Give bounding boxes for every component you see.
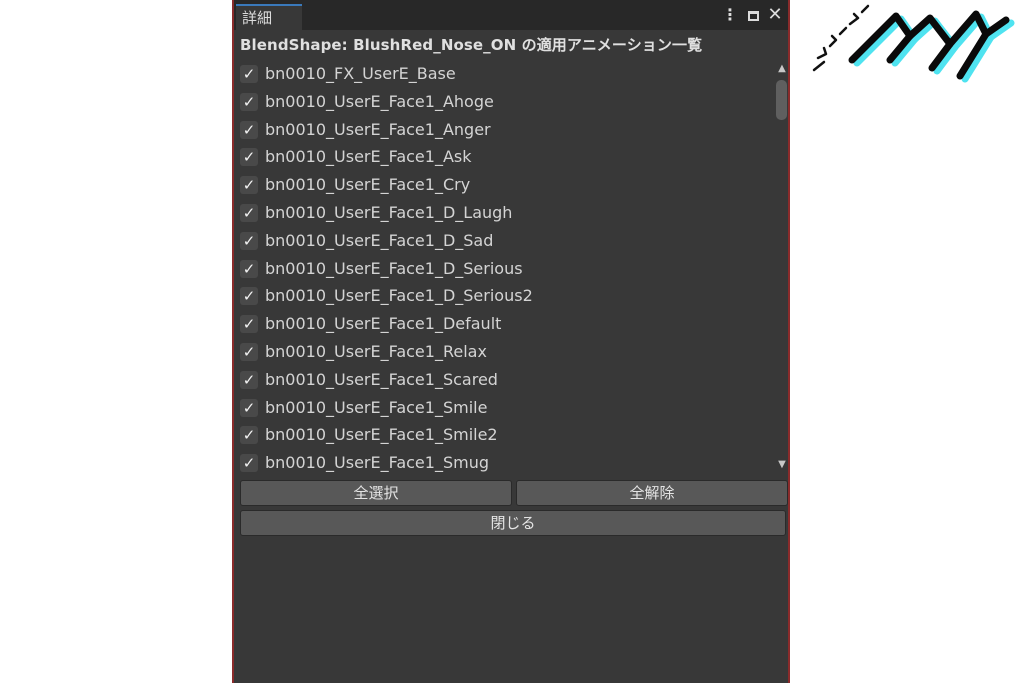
list-item[interactable]: ✓ bn0010_UserE_Face1_Smile — [238, 394, 768, 422]
checkbox[interactable]: ✓ — [240, 148, 258, 167]
checkbox[interactable]: ✓ — [240, 176, 258, 195]
animation-list: ✓ bn0010_FX_UserE_Base ✓ bn0010_UserE_Face1… — [234, 60, 774, 476]
list-item[interactable]: ✓ bn0010_UserE_Face1_Smug — [238, 449, 768, 476]
list-item-label: bn0010_UserE_Face1_D_Sad — [265, 230, 494, 250]
scrollbar-thumb[interactable] — [776, 80, 787, 120]
list-item-label: bn0010_UserE_Face1_Smile — [265, 397, 488, 417]
details-window: 詳細 ⋮ ✕ BlendShape: BlushRed_Nose_ON の適用ア… — [232, 0, 790, 683]
logo — [810, 0, 1020, 90]
tab-details[interactable]: 詳細 — [236, 4, 302, 30]
list-item[interactable]: ✓ bn0010_UserE_Face1_Default — [238, 310, 768, 338]
check-icon: ✓ — [242, 176, 256, 195]
list-item[interactable]: ✓ bn0010_UserE_Face1_Ahoge — [238, 88, 768, 116]
select-all-button[interactable]: 全選択 — [240, 480, 512, 506]
checkbox[interactable]: ✓ — [240, 398, 258, 417]
page-title: BlendShape: BlushRed_Nose_ON の適用アニメーション一… — [240, 36, 703, 54]
list-item[interactable]: ✓ bn0010_UserE_Face1_Ask — [238, 143, 768, 171]
check-icon: ✓ — [242, 92, 256, 111]
deselect-all-button[interactable]: 全解除 — [516, 480, 788, 506]
check-icon: ✓ — [242, 398, 256, 417]
list-item[interactable]: ✓ bn0010_UserE_Face1_Relax — [238, 338, 768, 366]
list-item-label: bn0010_UserE_Face1_Default — [265, 314, 502, 334]
list-item[interactable]: ✓ bn0010_UserE_Face1_D_Laugh — [238, 199, 768, 227]
checkbox[interactable]: ✓ — [240, 120, 258, 139]
list-item-label: bn0010_FX_UserE_Base — [265, 64, 456, 83]
check-icon: ✓ — [242, 148, 256, 167]
list-item[interactable]: ✓ bn0010_UserE_Face1_D_Serious — [238, 255, 768, 283]
checkbox[interactable]: ✓ — [240, 343, 258, 361]
more-options-icon[interactable]: ⋮ — [722, 4, 738, 26]
check-icon: ✓ — [242, 65, 256, 83]
maximize-icon[interactable] — [744, 4, 762, 26]
title-bar: 詳細 ⋮ ✕ — [234, 0, 788, 30]
check-icon: ✓ — [242, 231, 256, 250]
list-item-label: bn0010_UserE_Face1_Scared — [265, 369, 498, 389]
list-item-label: bn0010_UserE_Face1_Smile2 — [265, 425, 498, 445]
checkbox[interactable]: ✓ — [240, 204, 258, 222]
checkbox[interactable]: ✓ — [240, 426, 258, 445]
check-icon: ✓ — [242, 120, 256, 139]
checkbox[interactable]: ✓ — [240, 231, 258, 250]
check-icon: ✓ — [242, 287, 256, 306]
checkbox[interactable]: ✓ — [240, 259, 258, 278]
check-icon: ✓ — [242, 370, 256, 389]
triangle-down-icon[interactable]: ▼ — [777, 460, 787, 470]
list-item[interactable]: ✓ bn0010_UserE_Face1_Anger — [238, 116, 768, 144]
checkbox[interactable]: ✓ — [240, 454, 258, 473]
close-button[interactable]: 閉じる — [240, 510, 786, 536]
list-item[interactable]: ✓ bn0010_UserE_Face1_Scared — [238, 366, 768, 394]
list-item-label: bn0010_UserE_Face1_D_Serious — [265, 258, 523, 278]
triangle-up-icon[interactable]: ▲ — [777, 64, 787, 74]
scrollbar[interactable]: ▲ ▼ — [774, 62, 790, 472]
check-icon: ✓ — [242, 426, 256, 445]
list-item-label: bn0010_UserE_Face1_D_Laugh — [265, 203, 513, 222]
list-item[interactable]: ✓ bn0010_UserE_Face1_Cry — [238, 171, 768, 199]
check-icon: ✓ — [242, 315, 256, 334]
tab-title: 詳細 — [242, 9, 273, 27]
list-item[interactable]: ✓ bn0010_UserE_Face1_D_Serious2 — [238, 282, 768, 310]
checkbox[interactable]: ✓ — [240, 370, 258, 389]
list-item-label: bn0010_UserE_Face1_Ahoge — [265, 91, 494, 111]
check-icon: ✓ — [242, 259, 256, 278]
list-item[interactable]: ✓ bn0010_UserE_Face1_Smile2 — [238, 421, 768, 449]
list-item-label: bn0010_UserE_Face1_Relax — [265, 342, 487, 361]
check-icon: ✓ — [242, 204, 256, 222]
check-icon: ✓ — [242, 343, 256, 361]
checkbox[interactable]: ✓ — [240, 92, 258, 111]
list-item-label: bn0010_UserE_Face1_Ask — [265, 147, 472, 167]
close-icon[interactable]: ✕ — [766, 4, 784, 26]
list-item[interactable]: ✓ bn0010_UserE_Face1_D_Sad — [238, 227, 768, 255]
checkbox[interactable]: ✓ — [240, 65, 258, 83]
checkbox[interactable]: ✓ — [240, 315, 258, 334]
list-item-label: bn0010_UserE_Face1_Smug — [265, 453, 489, 473]
list-item[interactable]: ✓ bn0010_FX_UserE_Base — [238, 60, 768, 88]
checkbox[interactable]: ✓ — [240, 287, 258, 306]
check-icon: ✓ — [242, 454, 256, 473]
list-item-label: bn0010_UserE_Face1_Cry — [265, 175, 471, 195]
list-item-label: bn0010_UserE_Face1_D_Serious2 — [265, 286, 533, 306]
logo-graphic — [812, 4, 1015, 83]
list-item-label: bn0010_UserE_Face1_Anger — [265, 119, 491, 139]
